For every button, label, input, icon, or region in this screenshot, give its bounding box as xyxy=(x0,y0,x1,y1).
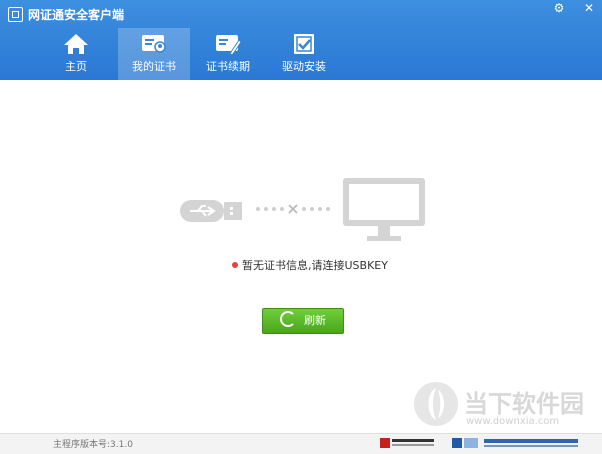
status-dot-icon xyxy=(232,262,238,268)
tab-driver-install[interactable]: 驱动安装 xyxy=(268,28,340,80)
refresh-button[interactable]: 刷新 xyxy=(262,308,344,334)
watermark-text: 当下软件园 xyxy=(464,390,584,418)
usb-key-icon xyxy=(180,200,242,222)
watermark-logo: 当下软件园 www.downxia.com xyxy=(408,378,584,436)
tab-renew-certificate[interactable]: 证书续期 xyxy=(192,28,264,80)
status-text: 暂无证书信息,请连接USBKEY xyxy=(242,259,388,272)
monitor-icon xyxy=(343,178,425,241)
tab-my-certificate[interactable]: 我的证书 xyxy=(118,28,190,80)
app-logo-icon xyxy=(8,7,23,22)
telecom-logo xyxy=(380,438,434,448)
tab-label: 我的证书 xyxy=(132,60,176,73)
refresh-label: 刷新 xyxy=(304,314,326,327)
gear-icon[interactable]: ⚙ xyxy=(548,0,570,16)
tab-label: 驱动安装 xyxy=(282,60,326,73)
home-icon xyxy=(64,34,88,54)
refresh-icon xyxy=(280,311,296,327)
status-bar: 主程序版本号:3.1.0 xyxy=(0,433,602,454)
gd-ca-logo xyxy=(452,438,578,448)
app-title: 网证通安全客户端 xyxy=(28,8,125,22)
status-message: 暂无证书信息,请连接USBKEY xyxy=(232,257,388,273)
tab-label: 证书续期 xyxy=(206,60,250,73)
watermark-url: www.downxia.com xyxy=(466,416,560,427)
certificate-icon xyxy=(142,35,166,53)
tab-home[interactable]: 主页 xyxy=(40,28,112,80)
connection-dots-icon xyxy=(256,204,330,214)
driver-install-icon xyxy=(294,34,314,54)
title-bar: 网证通安全客户端 ⚙ ✕ 主页 我的证书 证书续期 驱动安装 xyxy=(0,0,602,80)
renew-certificate-icon xyxy=(216,35,242,56)
version-text: 主程序版本号:3.1.0 xyxy=(53,440,133,450)
close-icon[interactable]: ✕ xyxy=(578,0,600,16)
tab-label: 主页 xyxy=(65,60,87,73)
